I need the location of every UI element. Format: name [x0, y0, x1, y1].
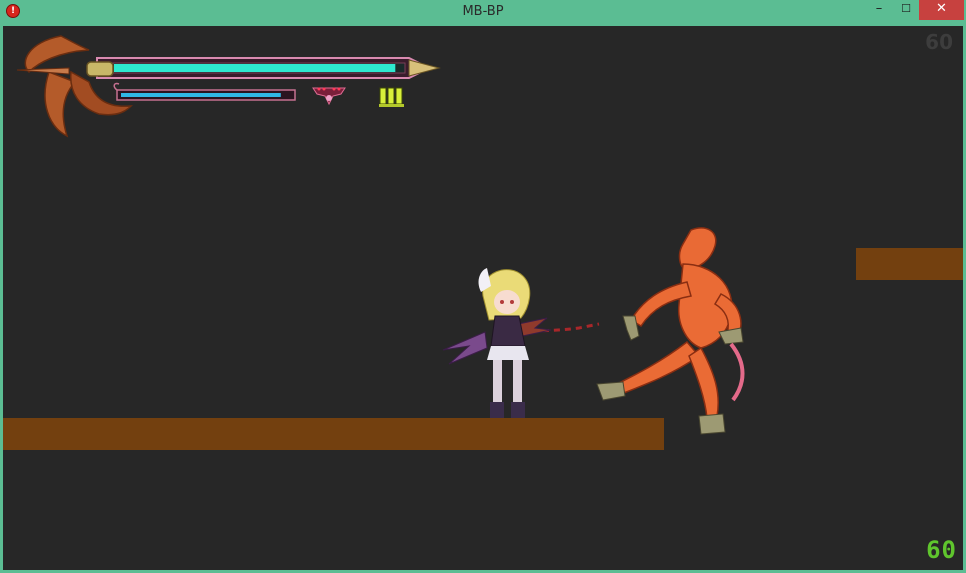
close-button[interactable]: ✕ — [919, 0, 964, 20]
mana-gauge-hook — [113, 82, 120, 91]
game-viewport[interactable]: 60 60 — [3, 26, 963, 570]
mana-bar-fill — [121, 93, 281, 97]
blade-spike — [16, 67, 70, 75]
minimize-button[interactable]: – — [865, 0, 893, 20]
window-title: MB-BP — [462, 4, 504, 19]
ammo-count-icon — [379, 87, 404, 107]
health-bar-fill — [114, 64, 396, 72]
blade-tip — [408, 59, 441, 77]
fps-counter-bottom: 60 — [926, 536, 957, 564]
health-gauge-gem — [86, 61, 114, 77]
ground-platform — [3, 418, 664, 450]
enemy-creature — [596, 227, 745, 435]
window-titlebar[interactable]: ! MB-BP – ☐ ✕ — [0, 0, 966, 25]
bat-emblem-icon — [312, 87, 346, 106]
blade-crescent-left — [24, 35, 90, 74]
fps-counter-top: 60 — [925, 30, 953, 54]
ledge-platform — [856, 248, 963, 280]
maximize-button[interactable]: ☐ — [893, 0, 919, 20]
